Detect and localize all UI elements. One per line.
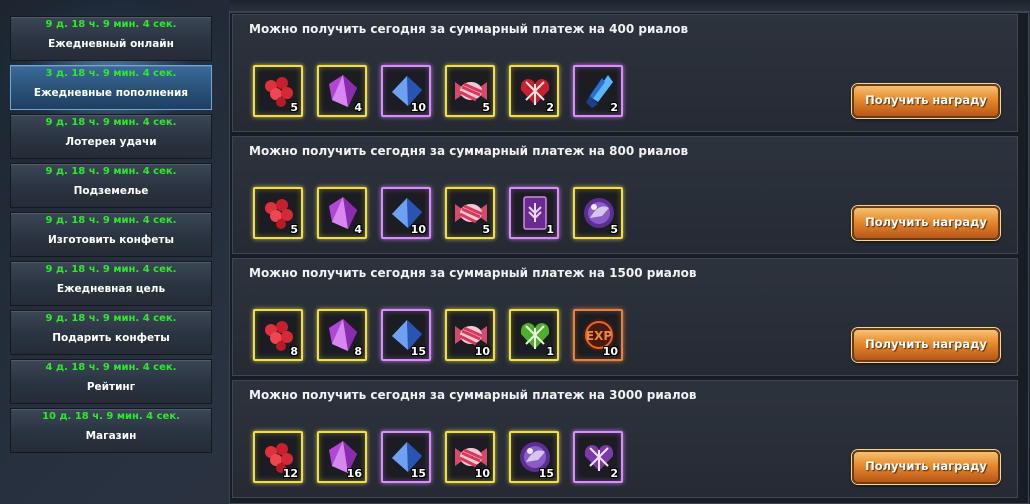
striped-candy-icon[interactable]: 5 [445, 187, 495, 239]
purple-orb-icon[interactable]: 15 [509, 431, 559, 483]
event-sidebar: 9 д. 18 ч. 9 мин. 4 сек. Ежедневный онла… [10, 16, 212, 457]
purple-crystal-icon[interactable]: 4 [317, 65, 367, 117]
reward-row-title: Можно получить сегодня за суммарный плат… [249, 388, 697, 402]
sidebar-item-gift-candy[interactable]: 9 д. 18 ч. 9 мин. 4 сек. Подарить конфет… [10, 310, 212, 355]
red-gift-box-icon[interactable]: 2 [509, 65, 559, 117]
sidebar-item-timer: 9 д. 18 ч. 9 мин. 4 сек. [45, 313, 177, 324]
purple-orb-icon[interactable]: 5 [573, 187, 623, 239]
reward-row-title: Можно получить сегодня за суммарный плат… [249, 22, 689, 36]
sidebar-item-timer: 3 д. 18 ч. 9 мин. 4 сек. [45, 68, 177, 79]
purple-crystal-icon[interactable]: 8 [317, 309, 367, 361]
sidebar-item-dungeon[interactable]: 9 д. 18 ч. 9 мин. 4 сек. Подземелье [10, 163, 212, 208]
sidebar-item-label: Магазин [85, 430, 137, 442]
claim-reward-button[interactable]: Получить награду [852, 206, 1000, 240]
green-gift-box-icon[interactable]: 1 [509, 309, 559, 361]
item-count: 10 [474, 345, 490, 358]
item-count: 8 [354, 345, 362, 358]
item-count: 10 [410, 101, 426, 114]
claim-reward-button[interactable]: Получить награду [852, 328, 1000, 362]
red-candies-icon[interactable]: 8 [253, 309, 303, 361]
sidebar-item-timer: 9 д. 18 ч. 9 мин. 4 сек. [45, 166, 177, 177]
sidebar-item-label: Рейтинг [86, 381, 136, 393]
reward-row: Можно получить сегодня за суммарный плат… [232, 258, 1018, 376]
sidebar-item-timer: 9 д. 18 ч. 9 мин. 4 сек. [45, 117, 177, 128]
sidebar-item-label: Ежедневная цель [56, 283, 166, 295]
item-count: 15 [538, 467, 554, 480]
red-candies-icon[interactable]: 12 [253, 431, 303, 483]
sidebar-item-label: Ежедневные пополнения [33, 87, 189, 99]
sidebar-item-label: Подземелье [73, 185, 149, 197]
item-count: 2 [546, 101, 554, 114]
sidebar-item-timer: 9 д. 18 ч. 9 мин. 4 сек. [45, 264, 177, 275]
claim-reward-button[interactable]: Получить награду [852, 450, 1000, 484]
purple-crystal-icon[interactable]: 16 [317, 431, 367, 483]
blue-crystal-icon[interactable]: 15 [381, 431, 431, 483]
item-count: 5 [610, 223, 618, 236]
item-count: 8 [290, 345, 298, 358]
sidebar-item-timer: 4 д. 18 ч. 9 мин. 4 сек. [45, 362, 177, 373]
claim-reward-button[interactable]: Получить награду [852, 84, 1000, 118]
sidebar-item-timer: 10 д. 18 ч. 9 мин. 4 сек. [42, 411, 180, 422]
exp-medal-icon[interactable]: EXP 10 [573, 309, 623, 361]
item-count: 10 [474, 467, 490, 480]
sidebar-item-timer: 9 д. 18 ч. 9 мин. 4 сек. [45, 215, 177, 226]
sidebar-item-rating[interactable]: 4 д. 18 ч. 9 мин. 4 сек. Рейтинг [10, 359, 212, 404]
blue-crystal-icon[interactable]: 10 [381, 187, 431, 239]
sidebar-item-label: Лотерея удачи [65, 136, 157, 148]
item-count: 2 [610, 101, 618, 114]
item-count: 1 [546, 223, 554, 236]
item-count: 10 [410, 223, 426, 236]
sidebar-item-timer: 9 д. 18 ч. 9 мин. 4 сек. [45, 19, 177, 30]
svg-text:EXP: EXP [586, 329, 612, 343]
sidebar-item-shop[interactable]: 10 д. 18 ч. 9 мин. 4 сек. Магазин [10, 408, 212, 453]
red-candies-icon[interactable]: 5 [253, 187, 303, 239]
item-count: 16 [346, 467, 362, 480]
blue-crystal-icon[interactable]: 15 [381, 309, 431, 361]
item-count: 10 [602, 345, 618, 358]
striped-candy-icon[interactable]: 10 [445, 431, 495, 483]
item-count: 4 [354, 223, 362, 236]
item-count: 5 [482, 101, 490, 114]
striped-candy-icon[interactable]: 5 [445, 65, 495, 117]
item-count: 5 [482, 223, 490, 236]
item-count: 12 [282, 467, 298, 480]
red-candies-icon[interactable]: 5 [253, 65, 303, 117]
purple-crystal-icon[interactable]: 4 [317, 187, 367, 239]
item-count: 15 [410, 345, 426, 358]
purple-gift-box-icon[interactable]: 2 [573, 431, 623, 483]
sidebar-item-make-candy[interactable]: 9 д. 18 ч. 9 мин. 4 сек. Изготовить конф… [10, 212, 212, 257]
sidebar-item-lucky-lottery[interactable]: 9 д. 18 ч. 9 мин. 4 сек. Лотерея удачи [10, 114, 212, 159]
striped-candy-icon[interactable]: 10 [445, 309, 495, 361]
purple-scroll-icon[interactable]: 1 [509, 187, 559, 239]
reward-row: Можно получить сегодня за суммарный плат… [232, 136, 1018, 254]
panel-top-border [229, 0, 1030, 12]
sidebar-item-daily-goal[interactable]: 9 д. 18 ч. 9 мин. 4 сек. Ежедневная цель [10, 261, 212, 306]
sidebar-item-daily-topups[interactable]: 3 д. 18 ч. 9 мин. 4 сек. Ежедневные попо… [10, 65, 212, 110]
item-count: 4 [354, 101, 362, 114]
blue-crystal-icon[interactable]: 10 [381, 65, 431, 117]
sidebar-item-label: Изготовить конфеты [48, 234, 174, 246]
reward-row-title: Можно получить сегодня за суммарный плат… [249, 144, 689, 158]
sidebar-item-label: Ежедневный онлайн [48, 38, 174, 50]
item-count: 1 [546, 345, 554, 358]
item-count: 5 [290, 223, 298, 236]
item-count: 15 [410, 467, 426, 480]
reward-row: Можно получить сегодня за суммарный плат… [232, 14, 1018, 132]
sidebar-item-label: Подарить конфеты [52, 332, 170, 344]
item-count: 2 [610, 467, 618, 480]
reward-row: Можно получить сегодня за суммарный плат… [232, 380, 1018, 498]
item-count: 5 [290, 101, 298, 114]
blue-ice-shard-icon[interactable]: 2 [573, 65, 623, 117]
sidebar-item-daily-online[interactable]: 9 д. 18 ч. 9 мин. 4 сек. Ежедневный онла… [10, 16, 212, 61]
reward-row-title: Можно получить сегодня за суммарный плат… [249, 266, 697, 280]
